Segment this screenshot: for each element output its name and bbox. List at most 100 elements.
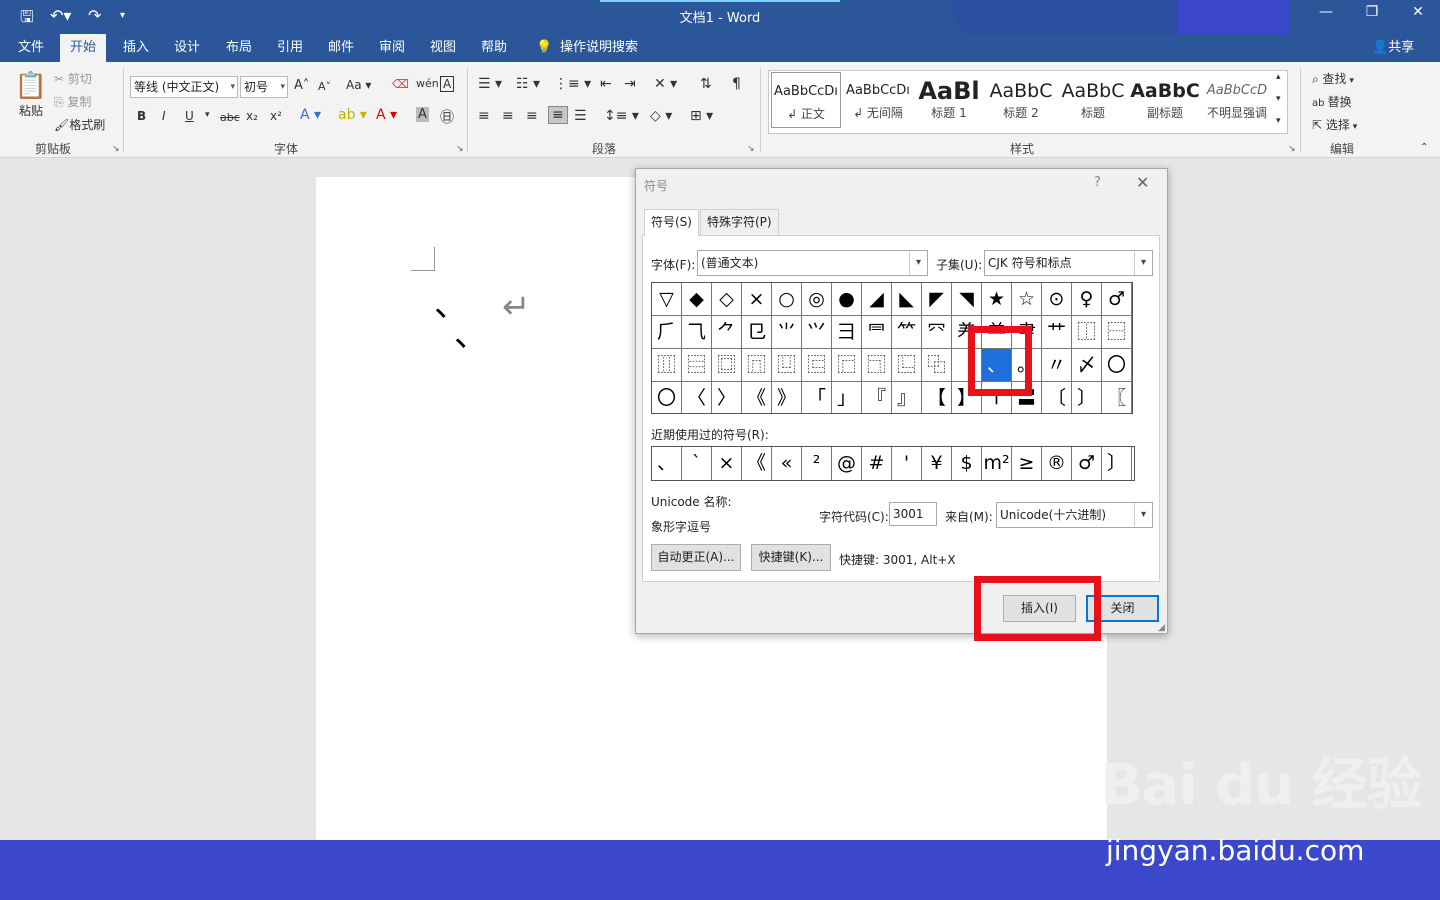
enclose-char-icon[interactable]: ㊐ <box>440 107 454 127</box>
symbol-cell[interactable]: ♀ <box>1072 283 1102 316</box>
symbol-cell[interactable]: 《 <box>742 382 772 413</box>
recent-symbol-cell[interactable]: 《 <box>742 447 772 480</box>
symbol-cell[interactable]: ⿻ <box>922 349 952 382</box>
align-left-icon[interactable]: ≡ <box>478 108 490 124</box>
change-case-icon[interactable]: Aa ▾ <box>346 78 371 92</box>
from-select[interactable]: Unicode(十六进制) ▾ <box>996 502 1153 528</box>
align-right-icon[interactable]: ≡ <box>526 108 538 124</box>
tab-layout[interactable]: 布局 <box>216 34 262 62</box>
char-shading-icon[interactable]: A <box>416 107 429 122</box>
tab-mailings[interactable]: 邮件 <box>318 34 364 62</box>
styles-launcher-icon[interactable]: ↘ <box>1288 144 1296 154</box>
close-icon[interactable]: ✕ <box>1398 4 1438 28</box>
italic-button[interactable]: I <box>162 109 166 123</box>
shading-icon[interactable]: ◇ ▾ <box>650 108 672 124</box>
recent-symbol-cell[interactable]: m² <box>982 447 1012 480</box>
symbol-cell[interactable]: ◣ <box>892 283 922 316</box>
recent-symbol-cell[interactable]: $ <box>952 447 982 480</box>
style-title[interactable]: AaBbC 标题 <box>1058 72 1128 128</box>
chinese-layout-icon[interactable]: ✕ ▾ <box>654 76 677 92</box>
symbol-cell[interactable]: ⿺ <box>892 349 922 382</box>
recent-symbol-cell[interactable]: « <box>772 447 802 480</box>
format-painter-button[interactable]: 🖌格式刷 <box>54 116 105 133</box>
symbol-cell[interactable]: ◥ <box>952 283 982 316</box>
symbol-cell[interactable]: ◤ <box>922 283 952 316</box>
symbol-cell[interactable]: ◇ <box>712 283 742 316</box>
char-border-icon[interactable]: A <box>440 76 455 92</box>
distributed-icon[interactable]: ☰ <box>574 108 587 124</box>
symbol-cell[interactable]: ⿶ <box>772 349 802 382</box>
sort-icon[interactable]: ⇅ <box>700 76 712 92</box>
symbol-cell[interactable]: 『 <box>862 382 892 413</box>
shortcut-key-button[interactable]: 快捷键(K)... <box>751 544 831 571</box>
bullets-icon[interactable]: ☰ ▾ <box>478 76 502 92</box>
font-select[interactable]: (普通文本) ▾ <box>697 250 928 276</box>
symbol-cell[interactable]: ⺁ <box>652 316 682 349</box>
symbol-cell[interactable]: ◢ <box>862 283 892 316</box>
collapse-ribbon-icon[interactable]: ⌃ <box>1420 142 1428 153</box>
select-button[interactable]: ⇱ 选择 ▾ <box>1312 116 1357 133</box>
font-size-combo[interactable]: 初号 ▾ <box>240 76 288 98</box>
chevron-down-icon[interactable]: ▾ <box>205 110 210 120</box>
subset-select[interactable]: CJK 符号和标点 ▾ <box>984 250 1153 276</box>
autocorrect-button[interactable]: 自动更正(A)... <box>651 544 741 571</box>
symbol-cell[interactable]: ⊙ <box>1042 283 1072 316</box>
text-effects-icon[interactable]: A ▾ <box>300 107 321 123</box>
symbol-cell[interactable]: 〇 <box>652 382 682 413</box>
symbol-cell[interactable]: ○ <box>772 283 802 316</box>
increase-indent-icon[interactable]: ⇥ <box>624 76 636 92</box>
recent-symbol-cell[interactable]: ` <box>682 447 712 480</box>
symbol-cell[interactable]: 【 <box>922 382 952 413</box>
style-heading-1[interactable]: AaBl 标题 1 <box>914 72 984 128</box>
symbol-cell[interactable]: ⺜ <box>862 316 892 349</box>
restore-icon[interactable]: ❐ <box>1352 4 1392 28</box>
tab-references[interactable]: 引用 <box>267 34 313 62</box>
symbol-cell[interactable]: ⺍ <box>802 316 832 349</box>
help-icon[interactable]: ? <box>1094 175 1101 190</box>
font-name-combo[interactable]: 等线 (中文正文) ▾ <box>130 76 238 98</box>
align-center-icon[interactable]: ≡ <box>502 108 514 124</box>
symbol-cell[interactable]: ⺳ <box>922 316 952 349</box>
symbol-cell[interactable]: 「 <box>802 382 832 413</box>
tab-special-chars[interactable]: 特殊字符(P) <box>700 209 779 235</box>
symbol-cell[interactable]: 〆 <box>1072 349 1102 382</box>
symbol-cell[interactable]: ⺈ <box>712 316 742 349</box>
subscript-button[interactable]: x₂ <box>246 109 258 123</box>
symbol-cell[interactable]: ⿸ <box>832 349 862 382</box>
tell-me-search[interactable]: 操作说明搜索 <box>550 34 648 62</box>
clear-format-icon[interactable]: ⌫ <box>392 77 409 91</box>
gallery-scroll-up-icon[interactable]: ▴ <box>1276 72 1281 82</box>
tab-review[interactable]: 审阅 <box>369 34 415 62</box>
symbol-cell[interactable]: 〃 <box>1042 349 1072 382</box>
tab-symbols[interactable]: 符号(S) <box>644 209 699 236</box>
tab-help[interactable]: 帮助 <box>471 34 517 62</box>
clipboard-launcher-icon[interactable]: ↘ <box>112 144 120 154</box>
symbol-cell[interactable]: ◎ <box>802 283 832 316</box>
style-heading-2[interactable]: AaBbC 标题 2 <box>986 72 1056 128</box>
replace-button[interactable]: ab 替换 <box>1312 93 1352 110</box>
symbol-cell[interactable]: ⿷ <box>802 349 832 382</box>
tab-insert[interactable]: 插入 <box>113 34 159 62</box>
symbol-cell[interactable]: ⺾ <box>1042 316 1072 349</box>
bold-button[interactable]: B <box>137 109 146 123</box>
symbol-cell[interactable]: 〇 <box>1102 349 1132 382</box>
symbol-cell[interactable]: 〕 <box>1072 382 1102 413</box>
show-marks-icon[interactable]: ¶ <box>732 76 741 92</box>
borders-icon[interactable]: ⊞ ▾ <box>690 108 713 124</box>
minimize-icon[interactable]: — <box>1306 4 1346 28</box>
numbering-icon[interactable]: ☷ ▾ <box>516 76 540 92</box>
recent-symbol-cell[interactable]: ¥ <box>922 447 952 480</box>
underline-button[interactable]: U <box>185 109 194 123</box>
phonetic-guide-icon[interactable]: wén <box>416 77 439 90</box>
recent-symbol-cell[interactable]: ² <box>802 447 832 480</box>
symbol-cell[interactable]: ▽ <box>652 283 682 316</box>
symbol-cell[interactable]: 』 <box>892 382 922 413</box>
justify-icon[interactable]: ≡ <box>548 106 568 124</box>
recent-symbol-cell[interactable]: # <box>862 447 892 480</box>
highlight-icon[interactable]: ab ▾ <box>338 107 367 123</box>
share-button[interactable]: 👤共享 <box>1362 34 1424 62</box>
tab-view[interactable]: 视图 <box>420 34 466 62</box>
symbol-cell[interactable]: ⺌ <box>772 316 802 349</box>
tab-file[interactable]: 文件 <box>8 34 54 62</box>
symbol-cell[interactable]: × <box>742 283 772 316</box>
